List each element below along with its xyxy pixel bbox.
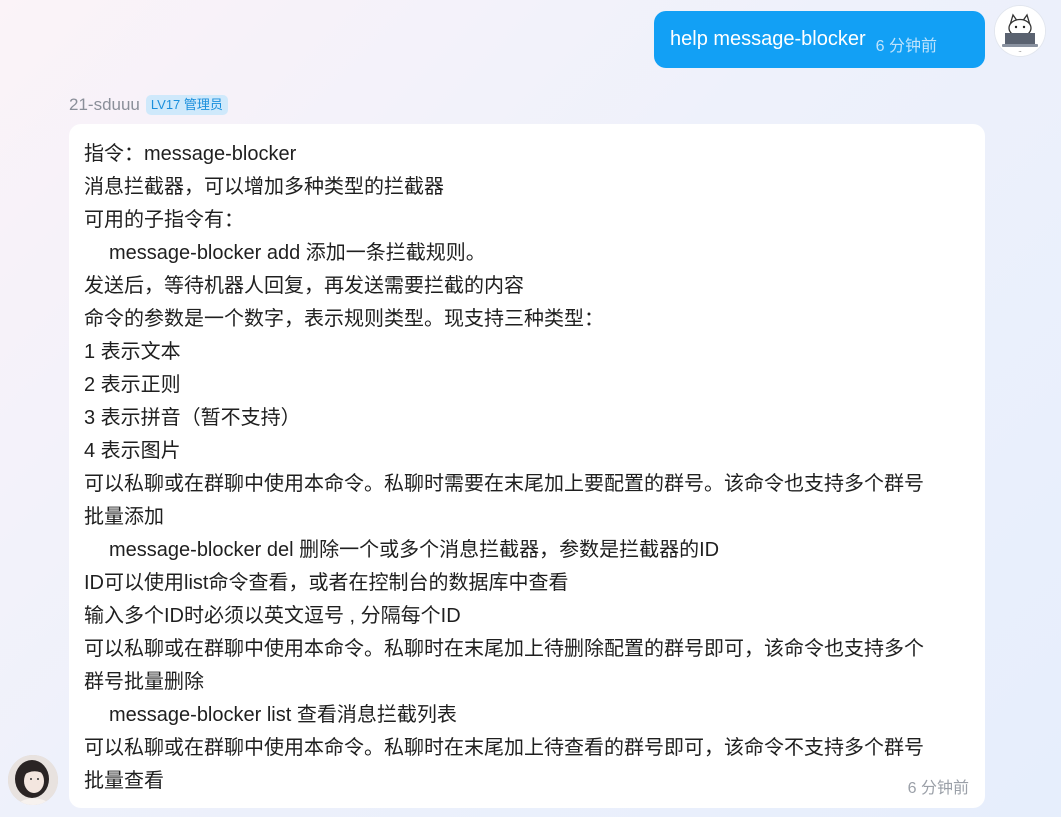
message-line: 可以私聊或在群聊中使用本命令。私聊时在末尾加上待查看的群号即可，该命令不支持多个… [84,737,924,759]
message-line: 命令的参数是一个数字，表示规则类型。现支持三种类型： [84,308,604,330]
message-line: 群号批量删除 [84,671,204,693]
incoming-avatar[interactable] [8,755,58,805]
message-line: 消息拦截器，可以增加多种类型的拦截器 [84,176,444,198]
svg-text:~: ~ [1018,49,1021,54]
incoming-message-time: 6 分钟前 [907,780,969,797]
message-line: 批量添加 [84,506,164,528]
message-line: 4 表示图片 [84,440,181,462]
sender-row: 21-sduuu LV17 管理员 [69,95,228,115]
message-line: 批量查看 [84,770,164,792]
outgoing-message-text: help message-blocker [670,28,866,50]
incoming-message-body: 指令：message-blocker 消息拦截器，可以增加多种类型的拦截器 可用的子… [84,138,970,798]
outgoing-avatar[interactable]: ~ [995,6,1045,56]
level-badge: LV17 管理员 [145,95,228,115]
message-line: 发送后，等待机器人回复，再发送需要拦截的内容 [84,275,524,297]
outgoing-message-time: 6 分钟前 [875,37,938,55]
message-line: ID可以使用list命令查看，或者在控制台的数据库中查看 [84,572,569,594]
message-line-subcommand: message-blocker add 添加一条拦截规则。 [109,242,486,264]
message-line: 1 表示文本 [84,341,181,363]
message-line: 输入多个ID时必须以英文逗号 , 分隔每个ID [84,605,461,627]
user-photo-icon [8,755,58,805]
message-line-subcommand: message-blocker del 删除一个或多个消息拦截器，参数是拦截器的… [109,539,720,561]
incoming-message-bubble[interactable]: 指令：message-blocker 消息拦截器，可以增加多种类型的拦截器 可用的子… [69,124,985,808]
message-line: 可以私聊或在群聊中使用本命令。私聊时需要在末尾加上要配置的群号。该命令也支持多个… [84,473,924,495]
message-line: 可用的子指令有： [84,209,244,231]
cartoon-cat-laptop-icon: ~ [995,6,1045,56]
sender-name[interactable]: 21-sduuu [69,95,140,115]
message-line: 指令：message-blocker [84,143,297,165]
message-line: 可以私聊或在群聊中使用本命令。私聊时在末尾加上待删除配置的群号即可，该命令也支持… [84,638,924,660]
message-line-subcommand: message-blocker list 查看消息拦截列表 [109,704,457,726]
outgoing-message-bubble[interactable]: help message-blocker 6 分钟前 [654,11,985,68]
message-line: 2 表示正则 [84,374,181,396]
message-line: 3 表示拼音（暂不支持） [84,407,301,429]
